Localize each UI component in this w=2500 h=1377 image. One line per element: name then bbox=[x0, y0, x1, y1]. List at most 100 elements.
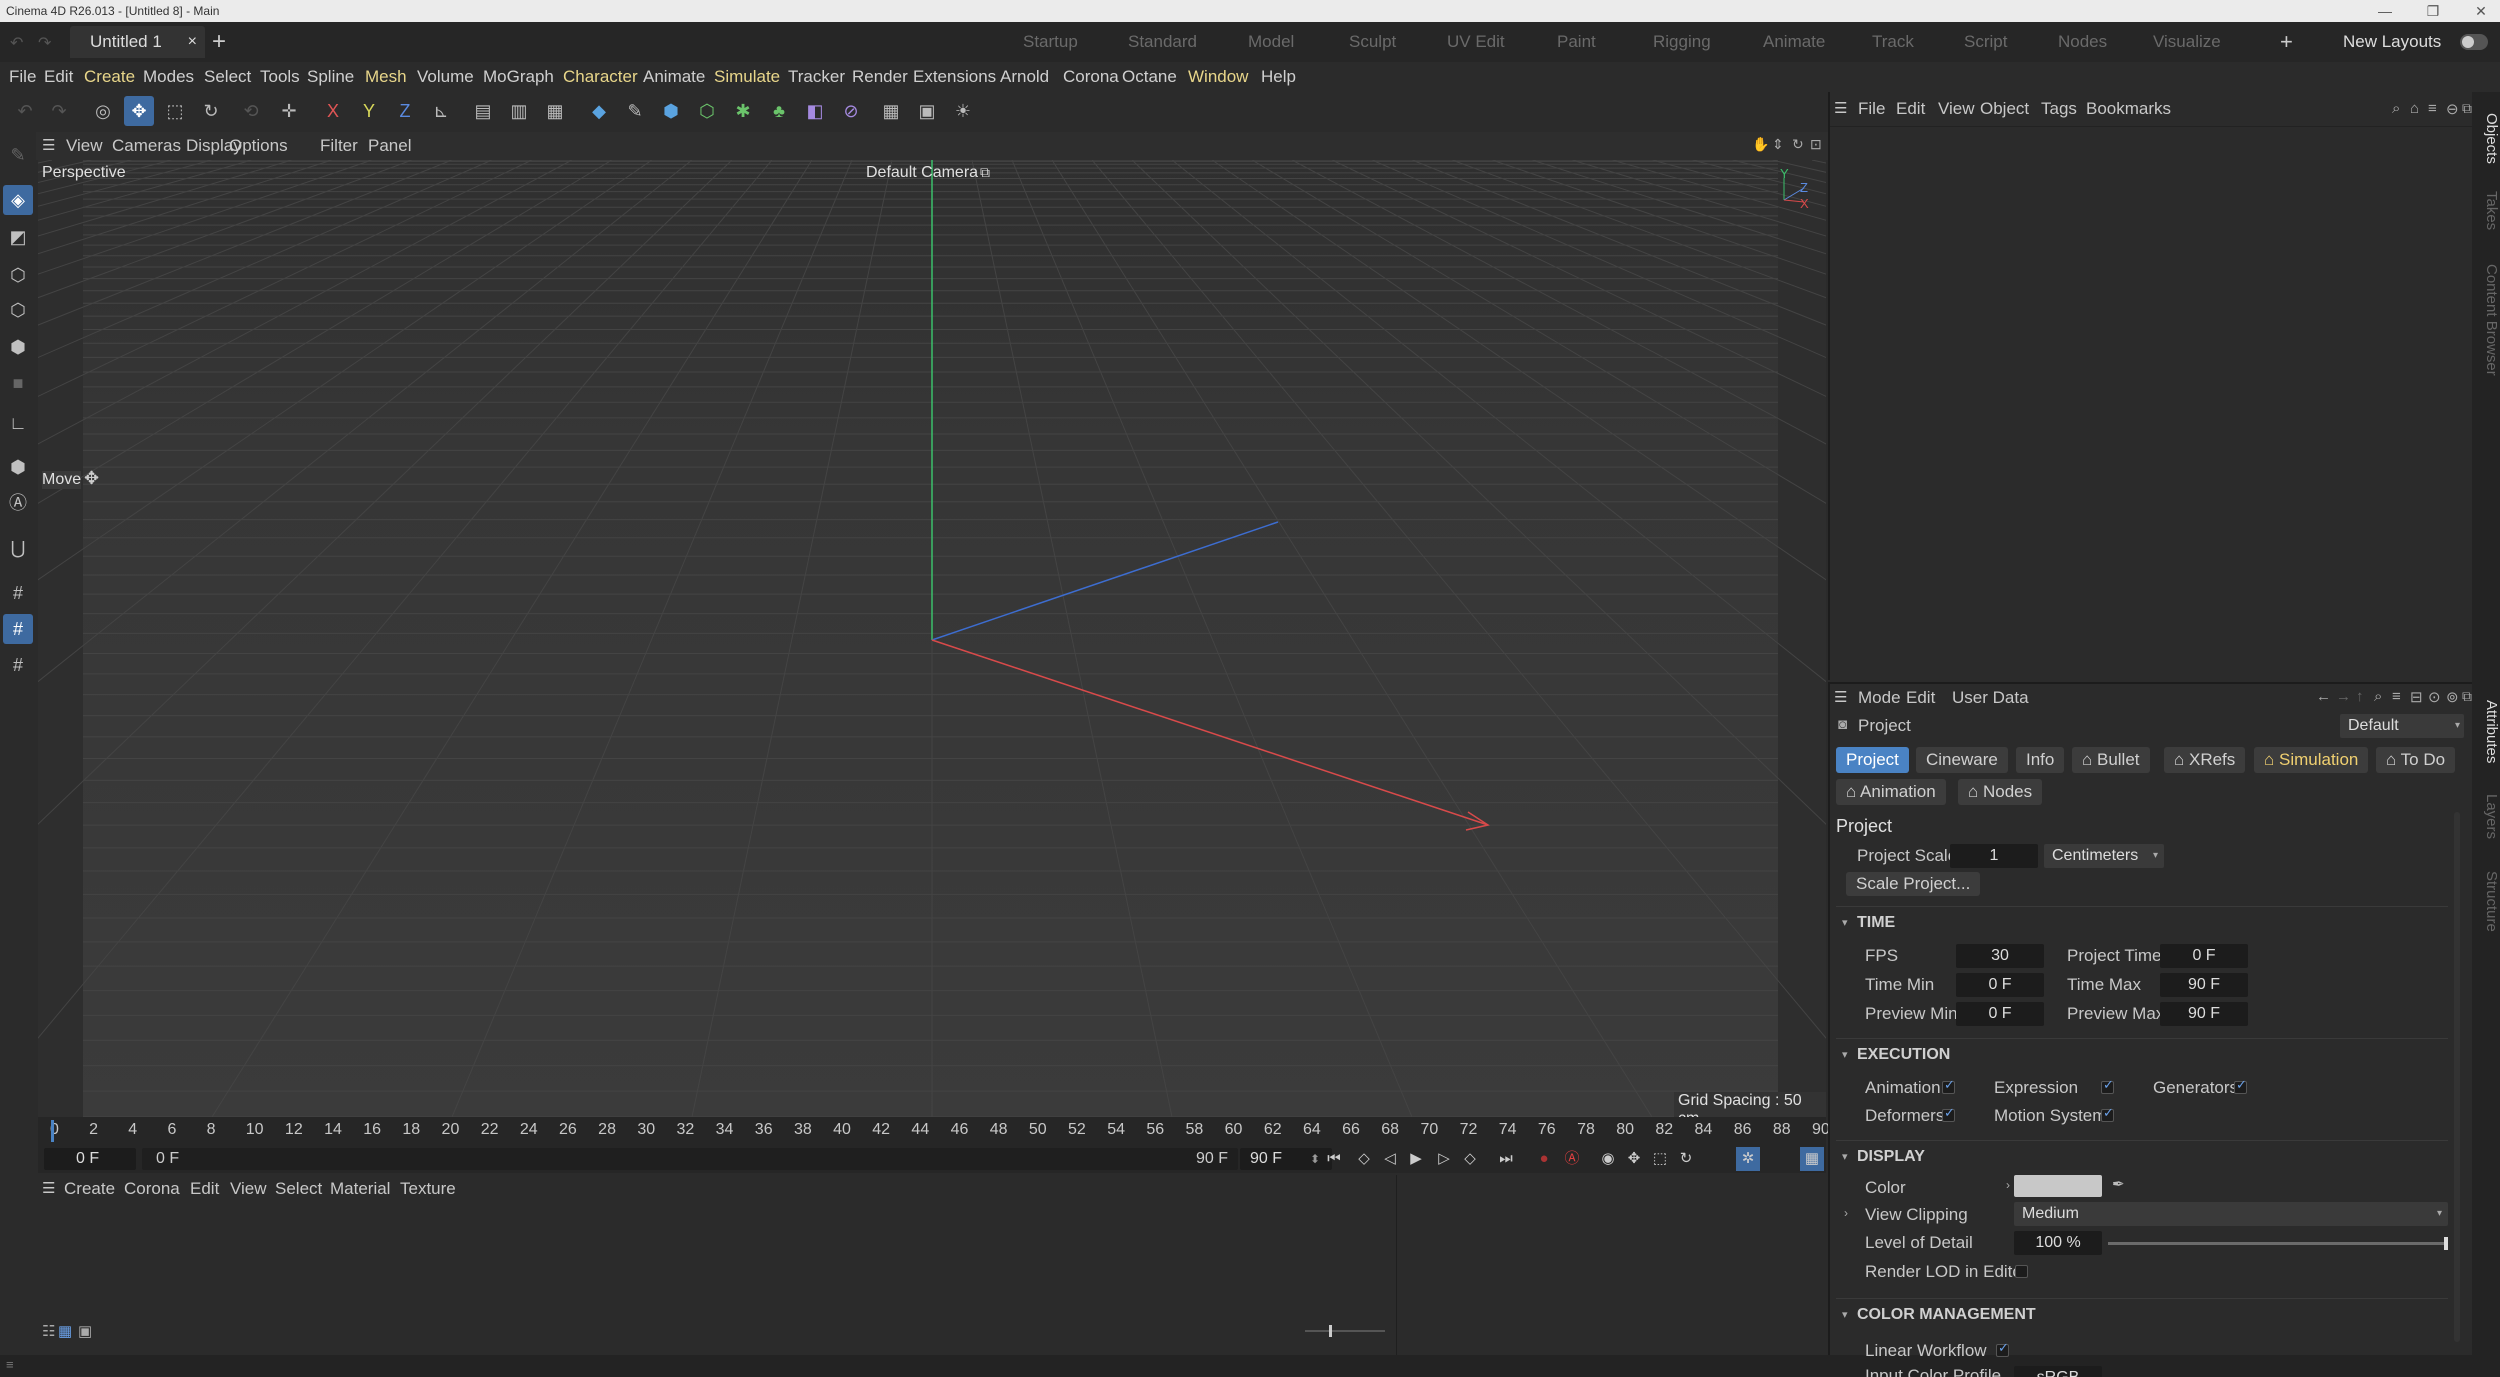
go-to-end-icon[interactable]: ⏭ bbox=[1494, 1147, 1518, 1171]
structure-tab[interactable]: Structure bbox=[2472, 866, 2500, 936]
menu-octane[interactable]: Octane bbox=[1122, 62, 1177, 92]
axis-mode-icon[interactable]: ∟ bbox=[3, 408, 33, 438]
object-menu-bookmarks[interactable]: Bookmarks bbox=[2086, 94, 2171, 124]
pen-spline-icon[interactable]: ✎ bbox=[620, 96, 650, 126]
record-icon[interactable]: ● bbox=[1532, 1147, 1556, 1171]
layers-tab[interactable]: Layers bbox=[2472, 792, 2500, 842]
render-lod-checkbox[interactable] bbox=[2015, 1265, 2028, 1278]
generators-checkbox[interactable] bbox=[2234, 1077, 2247, 1094]
search-icon[interactable]: ⌕ bbox=[2392, 100, 2400, 117]
light-icon[interactable]: ☀ bbox=[948, 96, 978, 126]
brush-icon[interactable]: ✎ bbox=[3, 140, 33, 170]
render-picture-viewer-icon[interactable]: ▥ bbox=[504, 96, 534, 126]
time-collapse-icon[interactable]: ▾ bbox=[1842, 916, 1848, 929]
render-view-icon[interactable]: ▤ bbox=[468, 96, 498, 126]
field-icon[interactable]: ⊘ bbox=[836, 96, 866, 126]
deformers-checkbox[interactable] bbox=[1942, 1105, 1955, 1122]
new-layouts-button[interactable]: New Layouts bbox=[2343, 22, 2441, 62]
keyframe-settings-icon[interactable]: ◉ bbox=[1596, 1147, 1620, 1171]
workplane-icon[interactable]: # bbox=[3, 578, 33, 608]
workplane-align-icon[interactable]: # bbox=[3, 650, 33, 680]
takes-tab[interactable]: Takes bbox=[2472, 186, 2500, 236]
project-scale-unit-dropdown[interactable]: Centimeters ▾ bbox=[2044, 844, 2164, 868]
camera-label[interactable]: Default Camera bbox=[866, 164, 978, 182]
eyedropper-icon[interactable]: ✒ bbox=[2112, 1175, 2125, 1193]
menu-mesh[interactable]: Mesh bbox=[365, 62, 407, 92]
attr-tab-animation[interactable]: ⌂ Animation bbox=[1836, 779, 1946, 805]
scale-tool-icon[interactable]: ⬚ bbox=[160, 96, 190, 126]
attr-menu-user-data[interactable]: User Data bbox=[1952, 684, 2029, 712]
last-tool-icon[interactable]: ⟲ bbox=[236, 96, 266, 126]
attr-menu-edit[interactable]: Edit bbox=[1906, 684, 1935, 712]
large-view-icon[interactable]: ▣ bbox=[78, 1322, 92, 1340]
object-menu-edit[interactable]: Edit bbox=[1896, 94, 1925, 124]
display-collapse-icon[interactable]: ▾ bbox=[1842, 1150, 1848, 1163]
layout-toggle[interactable] bbox=[2460, 34, 2488, 50]
pos-key-icon[interactable]: ✥ bbox=[1622, 1147, 1646, 1171]
layout-tab-model[interactable]: Model bbox=[1248, 22, 1294, 62]
attr-tab-to-do[interactable]: ⌂ To Do bbox=[2376, 747, 2456, 773]
color-swatch[interactable] bbox=[2014, 1175, 2102, 1197]
uv-mode-icon[interactable]: ■ bbox=[3, 368, 33, 398]
undo-toolbar-icon[interactable]: ↶ bbox=[10, 96, 40, 126]
attr-new-window-icon[interactable]: ⧉ bbox=[2462, 688, 2472, 705]
attribute-menu-icon[interactable]: ☰ bbox=[1834, 684, 1847, 712]
fps-input[interactable]: 30 bbox=[1956, 944, 2044, 968]
expression-checkbox[interactable] bbox=[2101, 1077, 2114, 1094]
redo-icon[interactable]: ↷ bbox=[38, 33, 51, 53]
frame-range-slider[interactable]: 0 F 90 F bbox=[142, 1148, 1238, 1170]
color-expand-icon[interactable]: › bbox=[2006, 1178, 2010, 1192]
menu-mograph[interactable]: MoGraph bbox=[483, 62, 554, 92]
menu-window[interactable]: Window bbox=[1188, 62, 1248, 92]
cube-icon[interactable]: ◆ bbox=[584, 96, 614, 126]
color-management-section-header[interactable]: COLOR MANAGEMENT bbox=[1857, 1306, 2036, 1324]
color-mgmt-collapse-icon[interactable]: ▾ bbox=[1842, 1308, 1848, 1321]
restore-icon[interactable]: ❐ bbox=[2418, 0, 2448, 22]
coordinate-system-icon[interactable]: ⊾ bbox=[426, 96, 456, 126]
3d-viewport[interactable]: Perspective Default Camera ⧉ Move ✥ Y Z … bbox=[38, 160, 1826, 1117]
timeline-mode-icon[interactable]: ✲ bbox=[1736, 1147, 1760, 1171]
attributes-tab[interactable]: Attributes bbox=[2472, 692, 2500, 772]
subdivision-icon[interactable]: ⬢ bbox=[656, 96, 686, 126]
viewport-menu-options[interactable]: Options bbox=[229, 132, 288, 160]
undo-icon[interactable]: ↶ bbox=[10, 33, 23, 53]
attr-menu-mode[interactable]: Mode bbox=[1858, 684, 1901, 712]
close-window-icon[interactable]: ✕ bbox=[2466, 0, 2496, 22]
menu-help[interactable]: Help bbox=[1261, 62, 1296, 92]
menu-select[interactable]: Select bbox=[204, 62, 251, 92]
camera-link-icon[interactable]: ⧉ bbox=[980, 164, 990, 181]
x-axis-lock-icon[interactable]: X bbox=[318, 96, 348, 126]
preview-max-input[interactable]: 90 F bbox=[2160, 1002, 2248, 1026]
end-frame-spinner-icon[interactable]: ⬍ bbox=[1310, 1148, 1320, 1170]
lod-input[interactable]: 100 % bbox=[2014, 1231, 2102, 1255]
animation-mode-icon[interactable]: Ⓐ bbox=[3, 488, 33, 518]
next-frame-icon[interactable]: ▷ bbox=[1432, 1147, 1456, 1171]
y-axis-lock-icon[interactable]: Y bbox=[354, 96, 384, 126]
attr-tab-xrefs[interactable]: ⌂ XRefs bbox=[2164, 747, 2246, 773]
texture-mode-icon[interactable]: ◩ bbox=[3, 222, 33, 252]
preview-min-input[interactable]: 0 F bbox=[1956, 1002, 2044, 1026]
next-key-icon[interactable]: ◇ bbox=[1458, 1147, 1482, 1171]
close-tab-icon[interactable]: × bbox=[188, 26, 197, 58]
layout-tab-rigging[interactable]: Rigging bbox=[1653, 22, 1711, 62]
auto-key-icon[interactable]: Ⓐ bbox=[1560, 1147, 1584, 1171]
layout-tab-uv-edit[interactable]: UV Edit bbox=[1447, 22, 1505, 62]
material-menu-select[interactable]: Select bbox=[275, 1175, 322, 1203]
viewport-menu-cameras[interactable]: Cameras bbox=[112, 132, 181, 160]
linear-workflow-checkbox[interactable] bbox=[1996, 1340, 2009, 1357]
playhead[interactable] bbox=[51, 1120, 54, 1142]
minimize-icon[interactable]: — bbox=[2370, 0, 2400, 22]
attr-scrollbar[interactable] bbox=[2454, 812, 2460, 1342]
layout-tab-animate[interactable]: Animate bbox=[1763, 22, 1825, 62]
attr-search-icon[interactable]: ⌕ bbox=[2374, 688, 2382, 705]
object-menu-view[interactable]: View bbox=[1938, 94, 1975, 124]
mograph-icon[interactable]: ♣ bbox=[764, 96, 794, 126]
z-axis-lock-icon[interactable]: Z bbox=[390, 96, 420, 126]
attr-help-icon[interactable]: ⊚ bbox=[2446, 688, 2459, 706]
project-time-input[interactable]: 0 F bbox=[2160, 944, 2248, 968]
menu-character[interactable]: Character bbox=[563, 62, 638, 92]
home-icon[interactable]: ⌂ bbox=[2410, 100, 2419, 117]
menu-edit[interactable]: Edit bbox=[44, 62, 73, 92]
go-to-start-icon[interactable]: ⏮ bbox=[1322, 1147, 1346, 1171]
attr-tab-simulation[interactable]: ⌂ Simulation bbox=[2254, 747, 2369, 773]
